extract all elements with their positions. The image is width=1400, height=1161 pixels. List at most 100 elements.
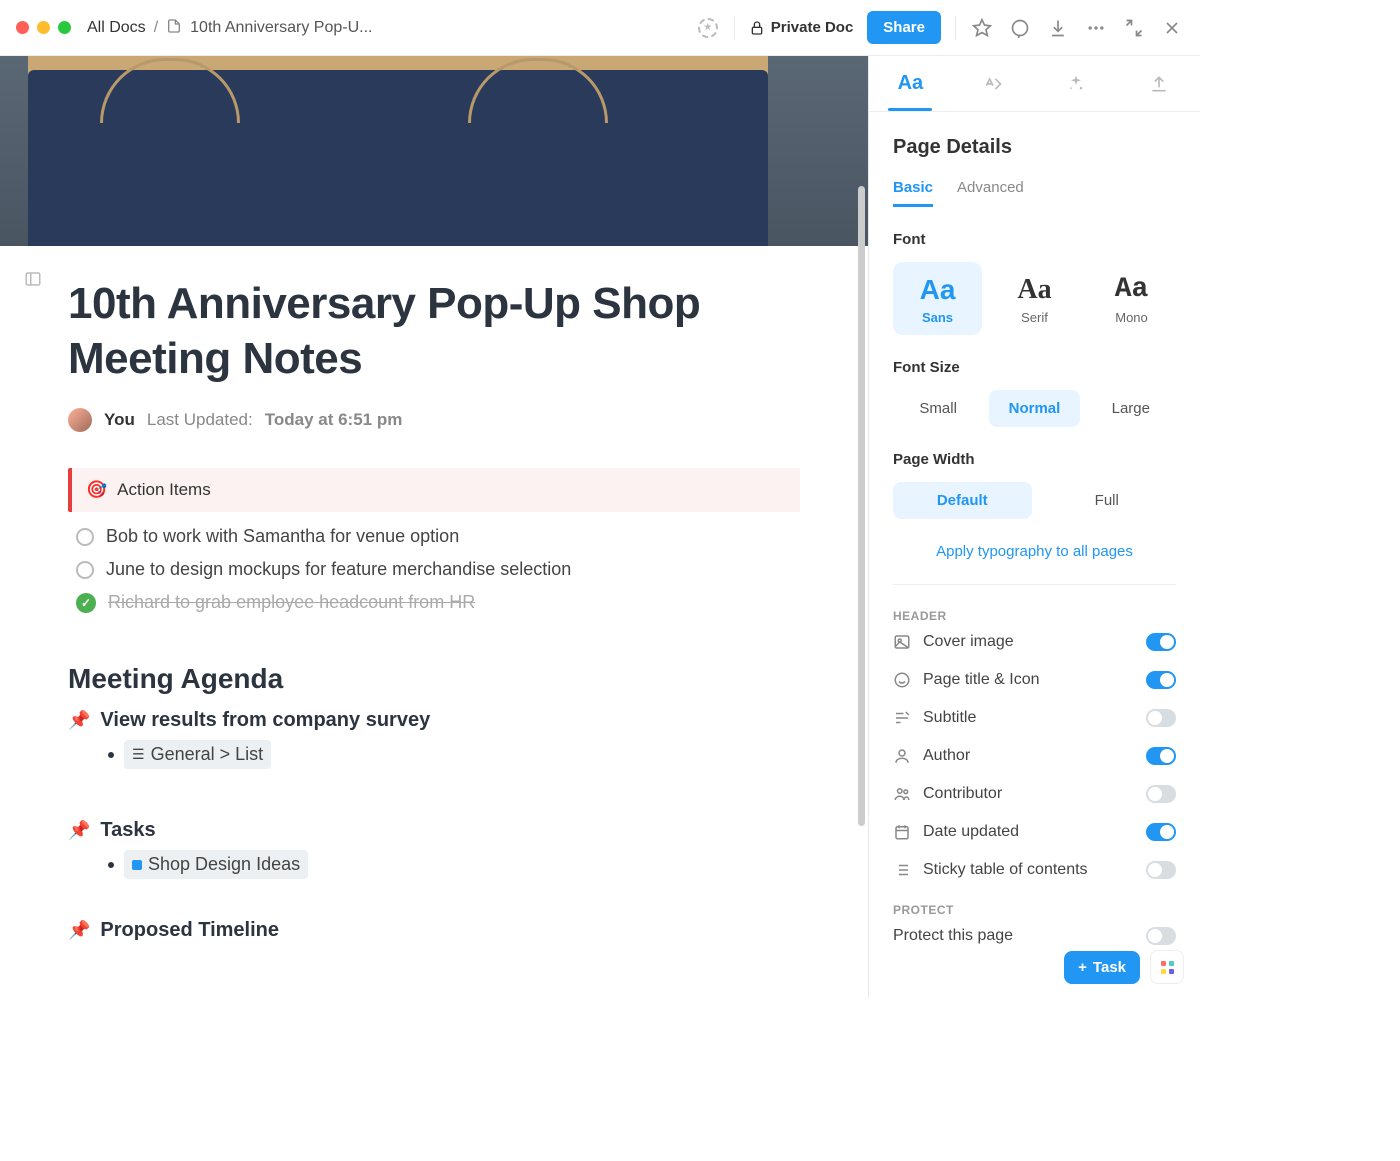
divider [893, 584, 1176, 585]
collapse-icon[interactable] [1122, 16, 1146, 40]
subtitle-icon [893, 709, 911, 727]
pin-label: View results from company survey [100, 709, 430, 732]
size-option-normal[interactable]: Normal [989, 390, 1079, 427]
subtab-advanced[interactable]: Advanced [957, 179, 1024, 207]
lock-icon [749, 20, 765, 36]
pin-label: Tasks [100, 819, 155, 842]
tab-ai[interactable] [963, 56, 1023, 111]
width-option-full[interactable]: Full [1038, 482, 1177, 519]
setting-cover-image: Cover image [893, 623, 1176, 661]
sidebar-toggle-icon[interactable] [24, 270, 42, 293]
divider [955, 16, 956, 40]
font-name: Serif [994, 310, 1075, 325]
author-icon [893, 747, 911, 765]
toggle-switch[interactable] [1146, 709, 1176, 727]
breadcrumb-separator: / [154, 19, 158, 37]
panel-tab-strip: Aa [869, 56, 1200, 112]
more-icon[interactable] [1084, 16, 1108, 40]
window-close-button[interactable] [16, 21, 29, 34]
doc-scrollbar[interactable] [857, 56, 867, 998]
details-subtabs: Basic Advanced [893, 179, 1176, 207]
cover-image[interactable] [0, 56, 868, 246]
target-icon: 🎯 [86, 480, 107, 500]
plus-icon: + [1078, 959, 1087, 976]
font-name: Mono [1091, 310, 1172, 325]
toggle-switch[interactable] [1146, 927, 1176, 945]
list-icon: ☰ [132, 746, 145, 763]
bullet-icon [108, 752, 114, 758]
todo-text: Richard to grab employee headcount from … [108, 592, 475, 613]
toggle-switch[interactable] [1146, 785, 1176, 803]
window-controls [16, 21, 71, 34]
tab-export[interactable] [1129, 56, 1189, 111]
checkbox-done-icon[interactable] [76, 593, 96, 613]
size-option-small[interactable]: Small [893, 390, 983, 427]
setting-date-updated: Date updated [893, 813, 1176, 851]
action-items-callout[interactable]: 🎯 Action Items [68, 468, 800, 512]
protect-section-label: PROTECT [893, 903, 1176, 917]
task-chip[interactable]: Shop Design Ideas [124, 850, 308, 879]
todo-item[interactable]: Bob to work with Samantha for venue opti… [68, 520, 800, 553]
breadcrumb: All Docs / 10th Anniversary Pop-U... [87, 18, 372, 37]
header-section-label: HEADER [893, 609, 1176, 623]
setting-label: Contributor [923, 785, 1002, 803]
privacy-indicator[interactable]: Private Doc [749, 19, 854, 36]
todo-list: Bob to work with Samantha for venue opti… [68, 520, 800, 619]
toggle-switch[interactable] [1146, 823, 1176, 841]
toggle-switch[interactable] [1146, 861, 1176, 879]
setting-label: Sticky table of contents [923, 861, 1088, 879]
apps-grid-icon [1161, 961, 1174, 974]
pin-heading[interactable]: 📌 View results from company survey [68, 709, 800, 732]
font-name: Sans [897, 310, 978, 325]
pushpin-icon: 📌 [68, 710, 90, 731]
divider [734, 16, 735, 40]
bullet-icon [108, 862, 114, 868]
new-task-button[interactable]: + Task [1064, 951, 1140, 984]
share-button[interactable]: Share [867, 11, 941, 44]
breadcrumb-root[interactable]: All Docs [87, 19, 146, 37]
page-title[interactable]: 10th Anniversary Pop-Up Shop Meeting Not… [68, 276, 800, 386]
font-option-sans[interactable]: Aa Sans [893, 262, 982, 335]
breadcrumb-doc-title[interactable]: 10th Anniversary Pop-U... [190, 19, 372, 37]
toggle-switch[interactable] [1146, 671, 1176, 689]
floating-actions: + Task [1064, 950, 1184, 984]
bookmark-outline-icon[interactable]: ★ [696, 16, 720, 40]
size-option-large[interactable]: Large [1086, 390, 1176, 427]
checkbox-empty-icon[interactable] [76, 528, 94, 546]
font-options: Aa Sans Aa Serif Aa Mono [893, 262, 1176, 335]
tab-typography[interactable]: Aa [880, 56, 940, 111]
todo-item[interactable]: Richard to grab employee headcount from … [68, 586, 800, 619]
doc-icon [166, 18, 182, 37]
setting-sticky-toc: Sticky table of contents [893, 851, 1176, 889]
toggle-switch[interactable] [1146, 747, 1176, 765]
window-minimize-button[interactable] [37, 21, 50, 34]
font-option-serif[interactable]: Aa Serif [990, 262, 1079, 335]
window-zoom-button[interactable] [58, 21, 71, 34]
comment-icon[interactable] [1008, 16, 1032, 40]
todo-text: Bob to work with Samantha for venue opti… [106, 526, 459, 547]
tab-sparkle[interactable] [1046, 56, 1106, 111]
toggle-switch[interactable] [1146, 633, 1176, 651]
chip-text: General > List [151, 744, 264, 765]
apps-button[interactable] [1150, 950, 1184, 984]
width-option-default[interactable]: Default [893, 482, 1032, 519]
page-width-label: Page Width [893, 451, 1176, 468]
updated-label: Last Updated: [147, 410, 253, 430]
pin-heading[interactable]: 📌 Tasks [68, 819, 800, 842]
star-icon[interactable] [970, 16, 994, 40]
apply-typography-link[interactable]: Apply typography to all pages [893, 543, 1176, 560]
checkbox-empty-icon[interactable] [76, 561, 94, 579]
document-area: 10th Anniversary Pop-Up Shop Meeting Not… [0, 56, 868, 998]
subtab-basic[interactable]: Basic [893, 179, 933, 207]
todo-text: June to design mockups for feature merch… [106, 559, 571, 580]
download-icon[interactable] [1046, 16, 1070, 40]
agenda-heading[interactable]: Meeting Agenda [68, 663, 800, 695]
font-size-label: Font Size [893, 359, 1176, 376]
close-icon[interactable] [1160, 16, 1184, 40]
font-glyph: Aa [1091, 276, 1172, 304]
task-status-icon [132, 860, 142, 870]
todo-item[interactable]: June to design mockups for feature merch… [68, 553, 800, 586]
pin-heading[interactable]: 📌 Proposed Timeline [68, 919, 800, 942]
list-chip[interactable]: ☰ General > List [124, 740, 271, 769]
font-option-mono[interactable]: Aa Mono [1087, 262, 1176, 335]
